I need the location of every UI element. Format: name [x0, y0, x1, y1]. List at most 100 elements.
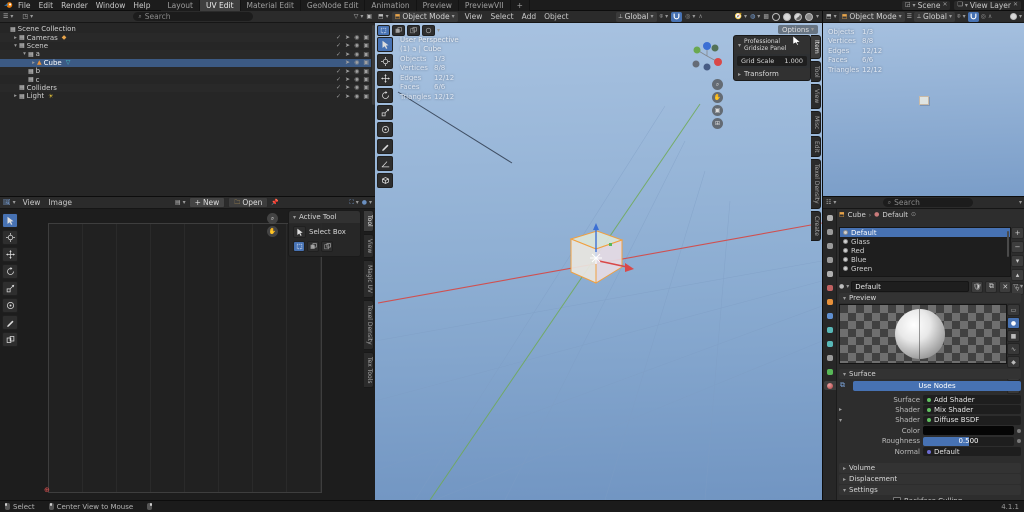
- properties-tab-material[interactable]: [823, 381, 836, 390]
- eye-toggle-icon[interactable]: ◉: [354, 68, 359, 75]
- camera-toggle-icon[interactable]: ▣: [363, 51, 369, 58]
- check-toggle-icon[interactable]: ✓: [336, 34, 341, 41]
- shader-field[interactable]: Diffuse BSDF: [923, 415, 1021, 425]
- add-slot-button[interactable]: +: [1011, 227, 1024, 239]
- outliner-row-scene[interactable]: ▾ ▦ Scene ✓ ➤ ◉ ▣: [0, 42, 371, 50]
- properties-search-input[interactable]: ⌕ Search: [882, 198, 973, 207]
- uv-sidebar-tab-magic-uv[interactable]: Magic UV: [364, 259, 374, 298]
- disclosure-right-icon[interactable]: ▸: [30, 60, 37, 66]
- preview-type-cloth-button[interactable]: ◆: [1007, 356, 1020, 368]
- menu-file[interactable]: File: [14, 1, 35, 10]
- workspace-tab-animation[interactable]: Animation: [365, 0, 417, 11]
- snap-toggle-button[interactable]: [967, 11, 979, 22]
- add-cube-tool-button[interactable]: [377, 173, 393, 188]
- viewport-menu-add[interactable]: Add: [518, 12, 541, 21]
- cursor-toggle-icon[interactable]: ➤: [345, 59, 350, 66]
- snap-toggle-button[interactable]: [671, 11, 683, 22]
- eye-toggle-icon[interactable]: ◉: [354, 84, 359, 91]
- cursor-tool-button[interactable]: [377, 54, 393, 69]
- overlays-dropdown[interactable]: ◍ ▾: [750, 13, 760, 20]
- surface-panel-header[interactable]: ▾ Surface: [839, 369, 1021, 379]
- viewport-sidebar-tab-misc[interactable]: Misc: [811, 110, 821, 134]
- uv-canvas[interactable]: [48, 223, 322, 493]
- menus-collapsed-icon[interactable]: ☰: [907, 13, 912, 20]
- uv-sidebar-tab-view[interactable]: View: [364, 233, 374, 258]
- pin-icon[interactable]: ⊙: [911, 212, 916, 218]
- cursor-toggle-icon[interactable]: ➤: [345, 84, 350, 91]
- camera-toggle-icon[interactable]: ▣: [363, 68, 369, 75]
- axis-gizmo[interactable]: [688, 40, 726, 76]
- cursor-toggle-icon[interactable]: ➤: [345, 51, 350, 58]
- material-slot-glass[interactable]: Glass: [840, 237, 1010, 246]
- properties-tab-render[interactable]: [824, 227, 836, 236]
- remove-icon[interactable]: ✕: [1013, 2, 1018, 8]
- editor-type-button[interactable]: 🖼 ▾: [3, 199, 16, 206]
- workspace-tab-material-edit[interactable]: Material Edit: [240, 0, 301, 11]
- rip-tool-button[interactable]: [2, 332, 18, 347]
- annotate-tool-button[interactable]: [377, 139, 393, 154]
- color-field[interactable]: [923, 426, 1014, 436]
- shading-material-button[interactable]: [793, 12, 802, 21]
- transform-tool-button[interactable]: [2, 298, 18, 313]
- editor-type-button[interactable]: ⬒ ▾: [826, 13, 837, 20]
- disclosure-down-icon[interactable]: ▾: [21, 51, 28, 57]
- xray-toggle[interactable]: ▩: [763, 13, 769, 20]
- disclosure-right-icon[interactable]: ▸: [839, 406, 845, 413]
- menu-help[interactable]: Help: [129, 1, 154, 10]
- browse-image-button[interactable]: ▤ ▾: [175, 199, 186, 206]
- outliner-row-a[interactable]: ▾ ▦ a ✓ ➤ ◉ ▣: [0, 50, 371, 59]
- material-name-field[interactable]: Default: [851, 281, 970, 292]
- slot-specials-button[interactable]: ▾: [1011, 255, 1024, 267]
- properties-tab-object-data[interactable]: [824, 367, 836, 376]
- surface-field[interactable]: Add Shader: [923, 395, 1021, 404]
- disclosure-down-icon[interactable]: ▾: [12, 43, 19, 49]
- animate-dot-icon[interactable]: [1017, 428, 1021, 433]
- uv-sync-button[interactable]: ⛶ ▾: [350, 199, 359, 206]
- viewport-zoom-button[interactable]: ⌕: [712, 79, 723, 90]
- unlink-material-button[interactable]: ✕: [999, 280, 1012, 293]
- menu-render[interactable]: Render: [57, 1, 92, 10]
- snap-target-button[interactable]: ⌾ ▾: [957, 13, 966, 20]
- shader-field[interactable]: Mix Shader: [923, 405, 1021, 415]
- select-box-tool-button[interactable]: [377, 37, 393, 52]
- preview-type-sphere-button[interactable]: ●: [1007, 317, 1020, 329]
- breadcrumb-material[interactable]: Default: [882, 211, 908, 219]
- viewport-sidebar-tab-view[interactable]: View: [811, 84, 821, 109]
- roughness-field[interactable]: 0.500: [923, 436, 1014, 446]
- viewport-sidebar-tab-item[interactable]: Item: [811, 35, 821, 59]
- move-slot-up-button[interactable]: ▴: [1011, 269, 1024, 281]
- preview-type-flat-button[interactable]: ▭: [1007, 304, 1020, 316]
- outliner-row-c[interactable]: ▦ c ✓ ➤ ◉ ▣: [0, 75, 371, 84]
- check-toggle-icon[interactable]: ✓: [336, 76, 341, 83]
- shading-dropdown[interactable]: ▾: [1009, 13, 1022, 20]
- grid-scale-slider[interactable]: Grid Scale 1.000: [737, 56, 807, 66]
- properties-tab-world[interactable]: [824, 283, 836, 292]
- transform-tool-button[interactable]: [377, 122, 393, 137]
- use-nodes-button[interactable]: Use Nodes: [853, 381, 1021, 391]
- scale-tool-button[interactable]: [2, 281, 18, 296]
- scene-selector[interactable]: ◲ ▾ Scene ✕: [901, 0, 951, 10]
- eye-toggle-icon[interactable]: ◉: [354, 93, 359, 100]
- check-toggle-icon[interactable]: ✓: [336, 84, 341, 91]
- properties-tab-modifiers[interactable]: [824, 311, 836, 320]
- zoom-button[interactable]: ⌕: [267, 213, 278, 224]
- viewport-sidebar-tab-texel-density[interactable]: Texel Density: [811, 159, 821, 210]
- editor-type-button[interactable]: ☷ ▾: [826, 199, 836, 206]
- eye-toggle-icon[interactable]: ◉: [354, 42, 359, 49]
- properties-tab-view-layer[interactable]: [824, 255, 836, 264]
- editor-type-button[interactable]: ⬒ ▾: [378, 13, 389, 20]
- outliner-row-cameras[interactable]: ▸ ▦ Cameras ◆ ✓ ➤ ◉ ▣: [0, 33, 371, 42]
- proportional-icon[interactable]: ◎: [981, 13, 986, 20]
- select-mode-extend-button[interactable]: [307, 241, 319, 252]
- breadcrumb-object[interactable]: Cube: [848, 211, 866, 219]
- outliner-row-light[interactable]: ▸ ▦ Light ☀ ✓ ➤ ◉ ▣: [0, 92, 371, 100]
- camera-toggle-icon[interactable]: ▣: [363, 59, 369, 66]
- displacement-panel-header[interactable]: ▸ Displacement: [839, 474, 1021, 484]
- preview-type-hair-button[interactable]: ∿: [1007, 343, 1020, 355]
- options-button[interactable]: Options ▾: [777, 25, 818, 34]
- viewport-sidebar-tab-edit[interactable]: Edit: [811, 135, 821, 158]
- proportional-falloff-icon[interactable]: ∧: [698, 13, 702, 20]
- unlink-icon[interactable]: ✕: [942, 2, 947, 8]
- shading-solid-button[interactable]: [782, 12, 791, 21]
- check-toggle-icon[interactable]: ✓: [336, 51, 341, 58]
